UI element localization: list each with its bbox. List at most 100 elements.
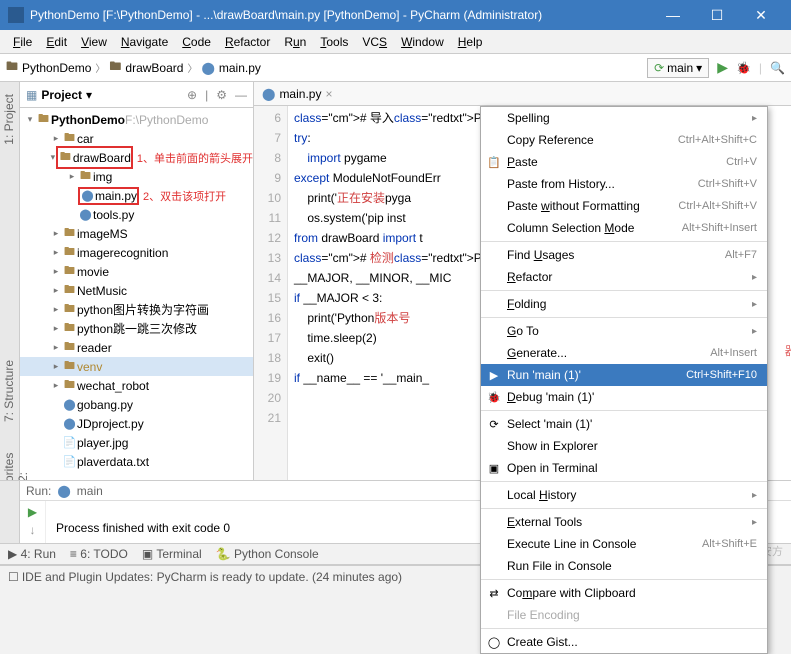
tree-item[interactable]: 📄plaverdata.txt [20,452,253,471]
menu-item[interactable]: Go To ▸ [481,320,767,342]
tool-terminal[interactable]: ▣ Terminal [142,547,202,561]
title-bar: PythonDemo [F:\PythonDemo] - ...\drawBoa… [0,0,791,30]
tree-item[interactable]: ▸🖿reader [20,338,253,357]
tree-item[interactable]: ⬤tools.py [20,205,253,224]
menu-code[interactable]: Code [175,32,218,52]
menu-help[interactable]: Help [451,32,490,52]
tool-run[interactable]: ▶ 4: Run [8,547,56,561]
close-button[interactable]: ✕ [739,0,783,30]
editor-tab[interactable]: ⬤ main.py × [254,82,791,106]
menu-item[interactable]: Copy Reference Ctrl+Alt+Shift+C [481,129,767,151]
tree-item[interactable]: ▾🖿drawBoard1、单击前面的箭头展开 [20,148,253,167]
menu-shortcut: Ctrl+Alt+Shift+C [678,134,757,146]
menu-vcs[interactable]: VCS [355,32,394,52]
tree-item[interactable]: ▸🖿wechat_robot [20,376,253,395]
menu-icon: ▶ [486,369,502,382]
menu-item[interactable]: ⇄ Compare with Clipboard [481,582,767,604]
menu-item[interactable]: Paste without Formatting Ctrl+Alt+Shift+… [481,195,767,217]
tool-todo[interactable]: ≡ 6: TODO [70,547,128,561]
tree-item[interactable]: ▸🖿python图片转换为字符画 [20,300,253,319]
tree-root[interactable]: ▾🖿PythonDemo F:\PythonDemo [20,110,253,129]
menu-item[interactable]: Spelling ▸ [481,107,767,129]
output-text: Process finished with exit code 0 [56,521,230,535]
menu-edit[interactable]: Edit [39,32,74,52]
menu-item[interactable]: Show in Explorer [481,435,767,457]
menu-item[interactable]: ⟳ Select 'main (1)' [481,413,767,435]
menu-label: Find Usages [507,248,725,262]
rerun-button[interactable]: ▶ [28,505,37,519]
menu-item[interactable]: 📋 Paste Ctrl+V [481,151,767,173]
tree-item[interactable]: ▸🖿imagerecognition [20,243,253,262]
menu-file[interactable]: File [6,32,39,52]
menu-refactor[interactable]: Refactor [218,32,277,52]
menu-item[interactable]: Execute Line in Console Alt+Shift+E [481,533,767,555]
sidetab-structure[interactable]: 7: Structure [0,352,18,430]
menu-item[interactable]: Paste from History... Ctrl+Shift+V [481,173,767,195]
menu-item[interactable]: ▣ Open in Terminal [481,457,767,479]
search-button[interactable]: 🔍 [770,61,785,75]
tool-pyconsole[interactable]: 🐍 Python Console [216,547,319,561]
menu-tools[interactable]: Tools [313,32,355,52]
menu-item[interactable]: Generate... Alt+Insert [481,342,767,364]
maximize-button[interactable]: ☐ [695,0,739,30]
menu-item[interactable]: External Tools ▸ [481,511,767,533]
menu-icon: ⇄ [486,587,502,600]
tree-item[interactable]: ▸🖿venv [20,357,253,376]
menu-label: Folding [507,297,752,311]
run-name: main [77,484,103,498]
chevron-down-icon: ▾ [696,61,702,75]
context-menu[interactable]: Spelling ▸ Copy Reference Ctrl+Alt+Shift… [480,106,768,654]
menu-view[interactable]: View [74,32,114,52]
tree-item[interactable]: ⬤JDproject.py [20,414,253,433]
hide-icon[interactable]: — [235,88,247,102]
status-message: IDE and Plugin Updates: PyCharm is ready… [22,570,402,584]
close-tab-icon[interactable]: × [325,87,332,101]
menu-item[interactable]: Local History ▸ [481,484,767,506]
menu-item[interactable]: Run File in Console [481,555,767,577]
stop-button[interactable]: ↓ [30,523,36,537]
gear-icon[interactable]: ⚙ [216,88,227,102]
menu-run[interactable]: Run [277,32,313,52]
chevron-right-icon: 〉 [95,60,105,75]
menu-item[interactable]: Column Selection Mode Alt+Shift+Insert [481,217,767,239]
menu-shortcut: Alt+Shift+E [702,538,757,550]
breadcrumb[interactable]: 🖿 PythonDemo 〉 🖿 drawBoard 〉 ⬤ main.py [6,57,261,78]
tree-item[interactable]: ▸🖿python跳一跳三次修改 [20,319,253,338]
menu-item[interactable]: Refactor ▸ [481,266,767,288]
menu-shortcut: Ctrl+V [726,156,757,168]
tree-item[interactable]: ▸🖿movie [20,262,253,281]
tree-item[interactable]: 📄player.jpg [20,433,253,452]
collapse-icon[interactable]: ⊕ [187,88,197,102]
error-marker: 器" [785,342,791,359]
minimize-button[interactable]: — [651,0,695,30]
menu-shortcut: Ctrl+Shift+F10 [686,369,757,381]
run-config-selector[interactable]: ⟳ main ▾ [647,58,709,78]
crumb-b[interactable]: drawBoard [125,61,183,75]
submenu-arrow-icon: ▸ [752,517,757,528]
menu-label: Paste from History... [507,177,698,191]
tree-item[interactable]: ⬤main.py2、双击该项打开 [20,186,253,205]
menu-item[interactable]: Folding ▸ [481,293,767,315]
chevron-down-icon[interactable]: ▾ [86,88,92,102]
project-tree[interactable]: ▾🖿PythonDemo F:\PythonDemo▸🖿car▾🖿drawBoa… [20,108,253,512]
menu-navigate[interactable]: Navigate [114,32,175,52]
project-pane: ▦ Project ▾ ⊕ | ⚙ — ▾🖿PythonDemo F:\Pyth… [20,82,254,512]
debug-button[interactable]: 🐞 [736,61,751,75]
tree-item[interactable]: ▸🖿imageMS [20,224,253,243]
run-button[interactable]: ▶ [717,59,728,76]
tree-item[interactable]: ▸🖿img [20,167,253,186]
sidetab-project[interactable]: 1: Project [0,86,18,153]
menu-label: Execute Line in Console [507,537,702,551]
menu-item[interactable]: ▶ Run 'main (1)' Ctrl+Shift+F10 [481,364,767,386]
menu-item[interactable]: ◯ Create Gist... [481,631,767,653]
crumb-c[interactable]: main.py [219,61,261,75]
python-file-icon: ⬤ [262,87,275,101]
menu-item[interactable]: Find Usages Alt+F7 [481,244,767,266]
menu-window[interactable]: Window [394,32,451,52]
menu-item[interactable]: File Encoding [481,604,767,626]
menu-item[interactable]: 🐞 Debug 'main (1)' [481,386,767,408]
tree-item[interactable]: ⬤gobang.py [20,395,253,414]
crumb-a[interactable]: PythonDemo [22,61,91,75]
tree-item[interactable]: ▸🖿NetMusic [20,281,253,300]
project-title[interactable]: Project [41,88,82,102]
